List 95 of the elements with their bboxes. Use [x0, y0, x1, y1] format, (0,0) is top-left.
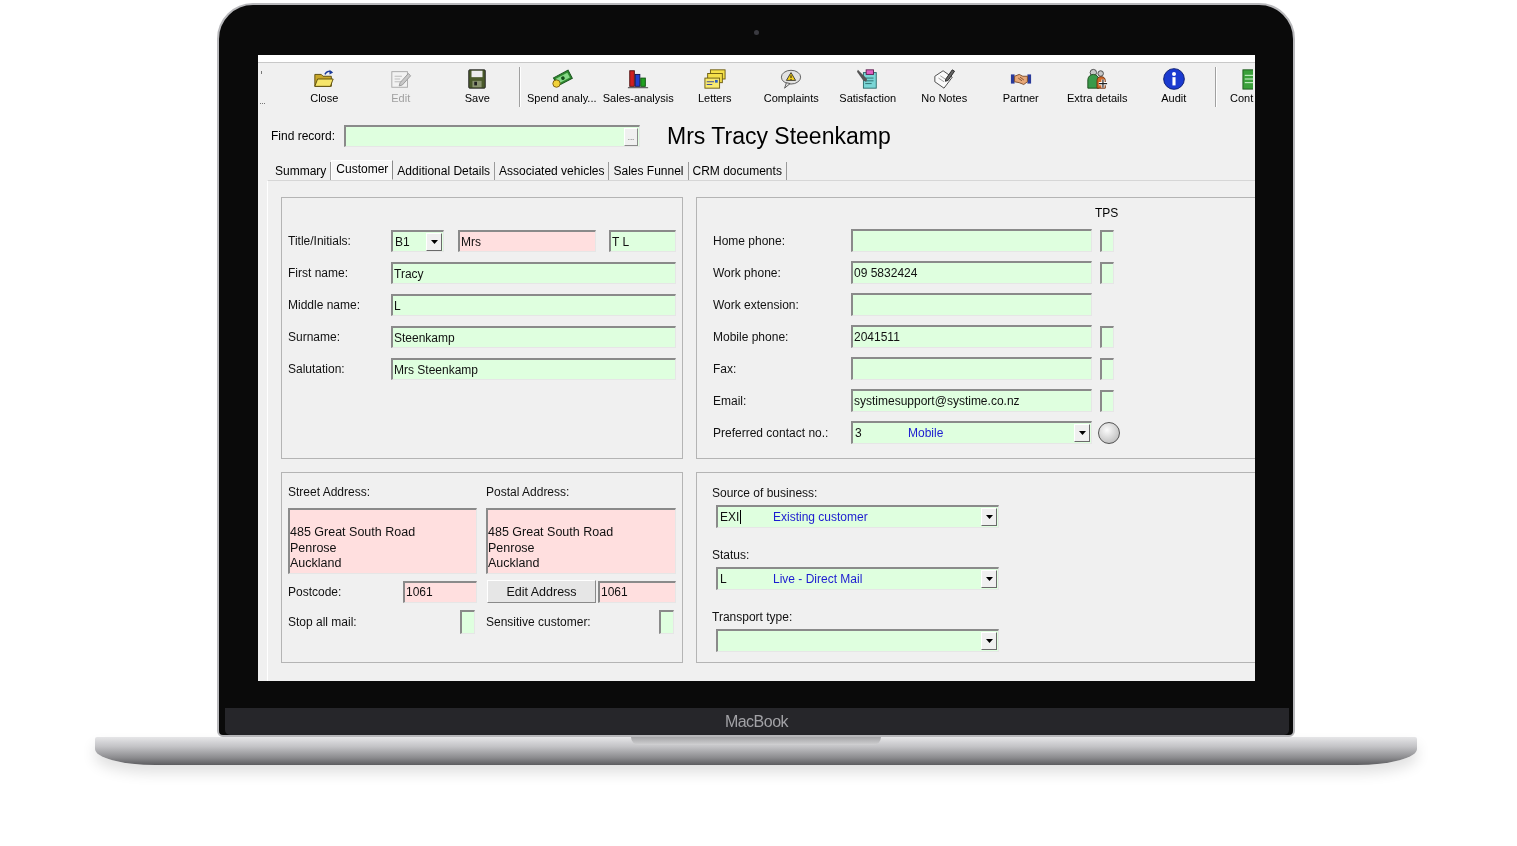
webcam-icon: [754, 30, 759, 35]
toolbar-button[interactable]: No Notes: [906, 65, 983, 109]
checkbox[interactable]: [659, 610, 674, 634]
checkbox[interactable]: [1100, 261, 1114, 284]
text-field[interactable]: 2041511: [851, 325, 1092, 348]
address-field[interactable]: 485 Great South Road Penrose Auckland: [486, 508, 676, 574]
dropdown-button[interactable]: [426, 232, 442, 251]
toolbar-button[interactable]: Cont: [1220, 65, 1254, 109]
checkbox[interactable]: [1100, 357, 1114, 380]
dropdown-field[interactable]: L Live - Direct Mail: [716, 567, 999, 590]
tab[interactable]: Associated vehicles: [495, 162, 610, 180]
caret-icon: [1078, 431, 1086, 435]
text-field[interactable]: 09 5832424: [851, 261, 1092, 284]
field-label: Mobile phone:: [713, 329, 790, 344]
field-label: Work phone:: [713, 265, 782, 280]
field-label: Salutation:: [288, 362, 346, 376]
find-record-label: Find record:: [271, 129, 337, 143]
toolbar-button[interactable]: Partner: [982, 65, 1059, 109]
info-icon: [1162, 68, 1185, 90]
tab[interactable]: Sales Funnel: [609, 162, 689, 180]
field-label: Fax:: [713, 361, 738, 376]
field-label: Home phone:: [713, 233, 787, 248]
field-label: Status:: [712, 548, 751, 562]
field-label: Surname:: [288, 330, 342, 344]
people-plus-icon: [1086, 68, 1109, 90]
find-record-field[interactable]: ...: [344, 125, 640, 147]
column-header: TPS: [1094, 206, 1120, 220]
pencil-document-icon: [389, 68, 412, 90]
field-label: Transport type:: [712, 610, 794, 624]
field-label: Postcode:: [288, 584, 343, 599]
field-label: Title/Initials:: [288, 234, 352, 248]
checkbox[interactable]: [1100, 325, 1114, 348]
round-button[interactable]: [1098, 421, 1120, 444]
text-field[interactable]: [851, 293, 1092, 316]
bar-chart-icon: [627, 68, 650, 90]
notepad-pencil-icon: [933, 68, 956, 90]
text-field[interactable]: systimesupport@systime.co.nz: [851, 389, 1092, 412]
address-field[interactable]: 485 Great South Road Penrose Auckland: [288, 508, 477, 574]
dropdown-field[interactable]: 3 Mobile: [851, 421, 1092, 444]
document-icon: [1242, 68, 1253, 90]
checkbox[interactable]: [460, 610, 475, 634]
toolbar-button[interactable]: Close: [286, 65, 363, 109]
field-label: Sensitive customer:: [486, 615, 592, 629]
title-field[interactable]: Mrs: [458, 230, 596, 252]
toolbar-button[interactable]: Audit: [1135, 65, 1212, 109]
text-field[interactable]: [851, 229, 1092, 252]
postcode-field[interactable]: 1061: [598, 580, 676, 603]
caret-icon: [985, 577, 993, 581]
field-label: Middle name:: [288, 298, 362, 312]
postcode-field[interactable]: 1061: [403, 580, 477, 603]
field-label: Preferred contact no.:: [713, 425, 830, 440]
field-label: Email:: [713, 393, 748, 408]
field-label: Stop all mail:: [288, 615, 358, 629]
tab[interactable]: Customer: [331, 160, 394, 180]
initials-field[interactable]: T L: [609, 230, 676, 252]
dropdown-button[interactable]: [981, 570, 997, 588]
dropdown-field[interactable]: [716, 629, 999, 652]
text-field[interactable]: L: [391, 294, 676, 316]
dropdown-button[interactable]: [981, 632, 997, 650]
toolbar-button[interactable]: Extra details: [1059, 65, 1136, 109]
field-label: Source of business:: [712, 486, 819, 500]
warning-bubble-icon: [780, 68, 803, 90]
toolbar-button[interactable]: Save: [439, 65, 516, 109]
field-label: Work extension:: [713, 297, 800, 312]
text-field[interactable]: Mrs Steenkamp: [391, 358, 676, 380]
folder-icon: [313, 68, 336, 90]
clipboard-icon: [856, 68, 879, 90]
tab[interactable]: CRM documents: [688, 162, 787, 180]
dropdown-button[interactable]: [1074, 424, 1090, 442]
field-label: First name:: [288, 266, 349, 280]
field-label: Street Address:: [288, 485, 372, 499]
caret-icon: [985, 639, 993, 643]
brand-label: MacBook: [724, 712, 789, 731]
banknotes-icon: [550, 68, 573, 90]
text-field[interactable]: Steenkamp: [391, 326, 676, 348]
browse-button[interactable]: ...: [624, 127, 638, 146]
edit-address-button[interactable]: Edit Address: [487, 580, 596, 603]
envelopes-icon: [703, 68, 726, 90]
checkbox[interactable]: [1100, 229, 1114, 252]
record-title: Mrs Tracy Steenkamp: [667, 122, 891, 150]
title-code-dropdown[interactable]: B1: [391, 230, 444, 252]
toolbar-button[interactable]: Spend analy...: [523, 65, 600, 109]
tab[interactable]: Additional Details: [393, 162, 496, 180]
caret-icon: [985, 515, 993, 519]
caret-icon: [430, 239, 438, 244]
text-field[interactable]: Tracy: [391, 262, 676, 284]
dropdown-field[interactable]: EXI Existing customer: [716, 505, 999, 528]
dropdown-button[interactable]: [981, 508, 997, 526]
checkbox[interactable]: [1100, 389, 1114, 412]
text-field[interactable]: [851, 357, 1092, 380]
toolbar-button[interactable]: Sales-analysis: [600, 65, 677, 109]
toolbar-button[interactable]: Satisfaction: [829, 65, 906, 109]
toolbar-button[interactable]: Complaints: [753, 65, 830, 109]
toolbar-button[interactable]: Letters: [676, 65, 753, 109]
field-label: Postal Address:: [486, 485, 571, 499]
